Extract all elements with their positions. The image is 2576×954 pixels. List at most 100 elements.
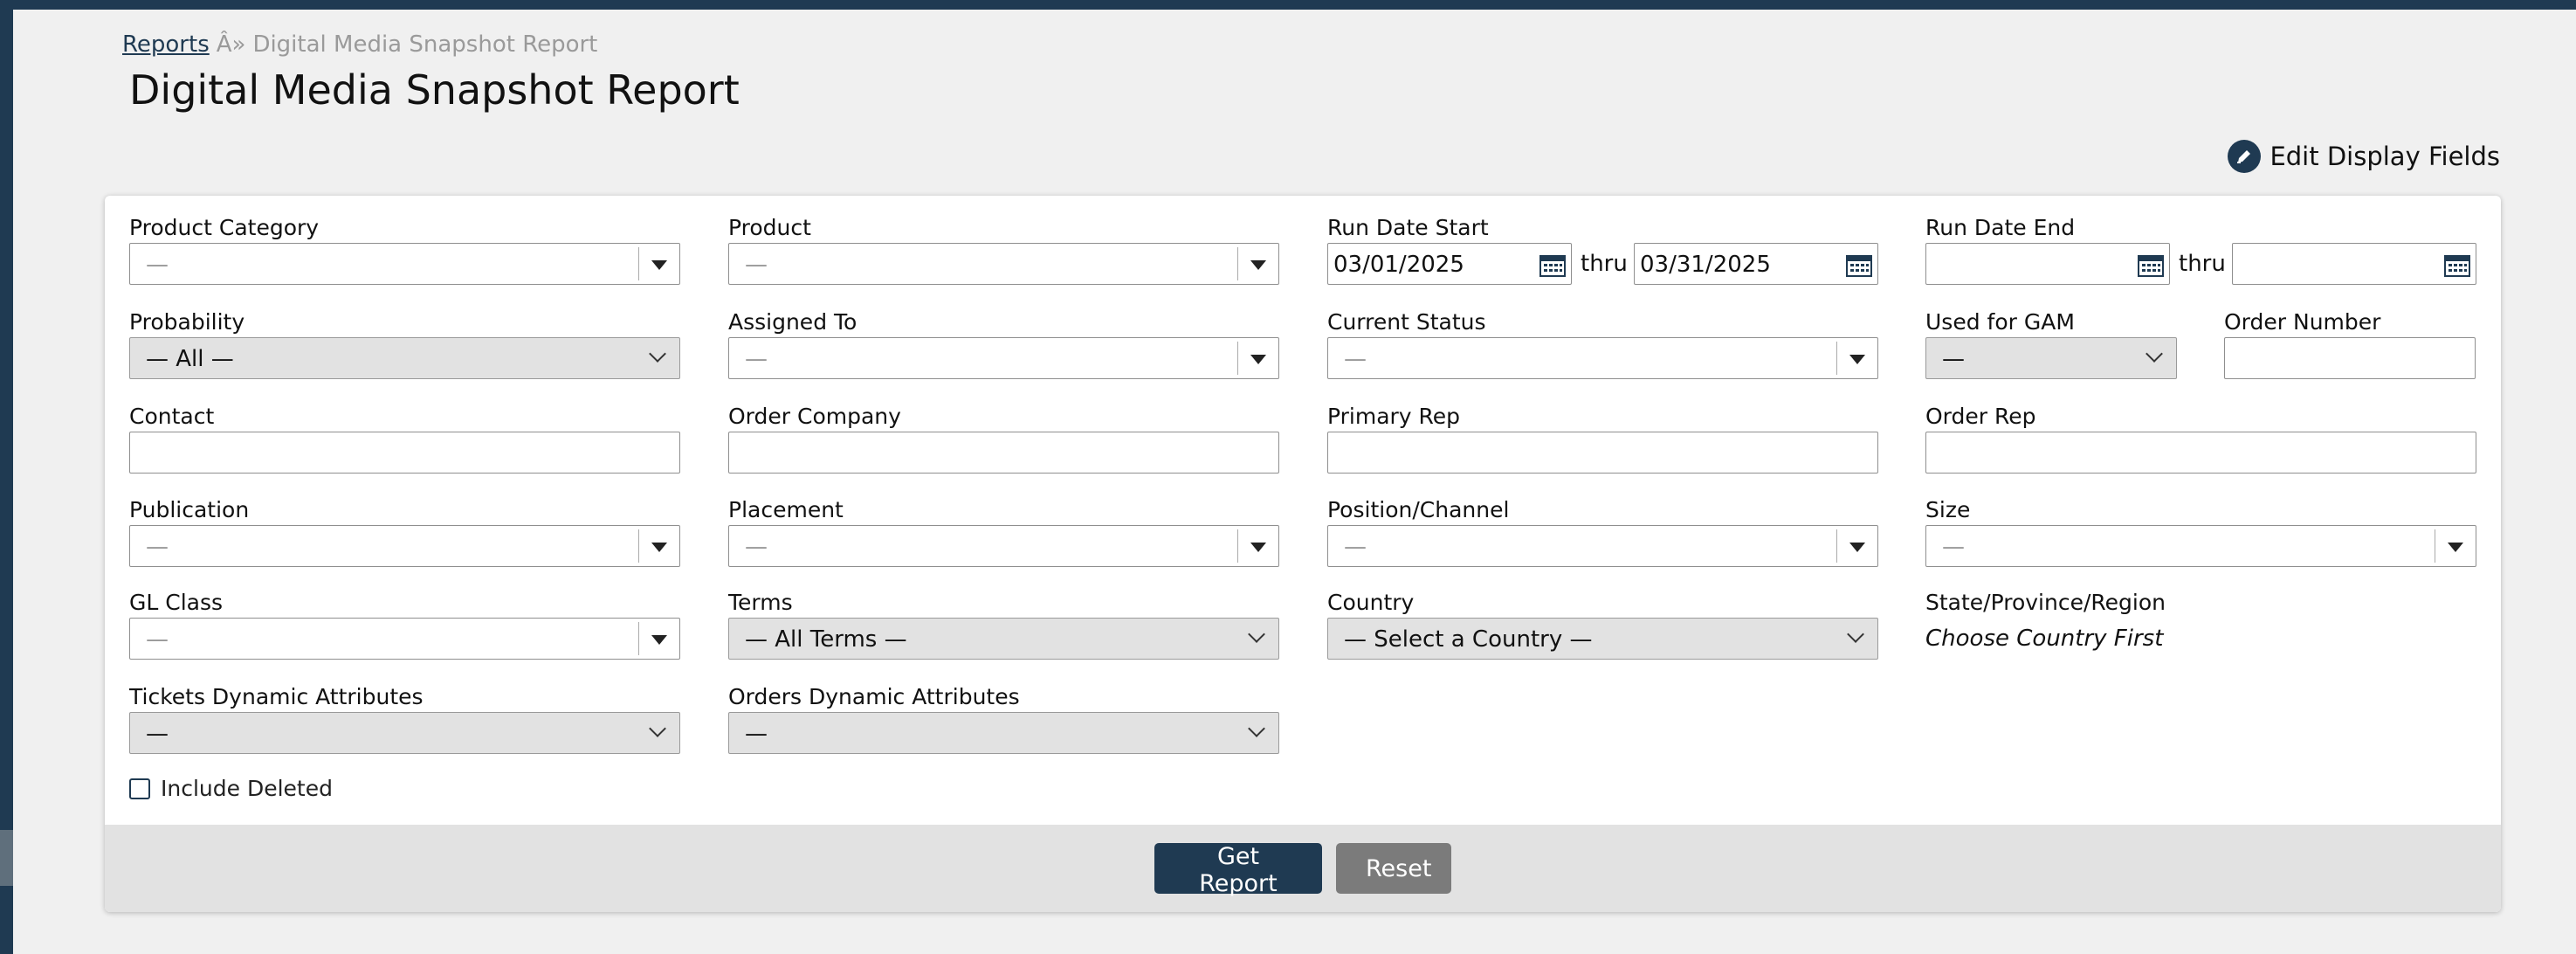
product-value: — (745, 252, 768, 278)
top-nav-bar (0, 0, 2576, 10)
state-label: State/Province/Region (1925, 590, 2166, 615)
contact-field: Contact (129, 402, 680, 474)
combo-divider (1836, 529, 1837, 563)
run-date-start-from-input[interactable]: 03/01/2025 (1327, 243, 1572, 285)
breadcrumb-current: Digital Media Snapshot Report (252, 31, 598, 58)
size-select[interactable]: — (1925, 525, 2476, 567)
publication-select[interactable]: — (129, 525, 680, 567)
country-field: Country — Select a Country — (1327, 588, 1878, 660)
position-channel-label: Position/Channel (1327, 497, 1510, 522)
primary-rep-label: Primary Rep (1327, 404, 1461, 429)
size-value: — (1942, 534, 1965, 560)
size-field: Size — (1925, 495, 2476, 567)
edit-display-fields-label: Edit Display Fields (2269, 142, 2500, 171)
page-title: Digital Media Snapshot Report (129, 66, 740, 114)
combo-divider (1836, 342, 1837, 375)
run-date-start-to-input[interactable]: 03/31/2025 (1634, 243, 1878, 285)
caret-down-icon (1250, 543, 1266, 552)
run-date-end-to-input[interactable] (2232, 243, 2476, 285)
position-channel-field: Position/Channel — (1327, 495, 1878, 567)
order-company-label: Order Company (728, 404, 901, 429)
gl-class-select[interactable]: — (129, 618, 680, 660)
form-footer: Get Report Reset (105, 825, 2501, 912)
terms-value: — All Terms — (745, 626, 907, 653)
calendar-icon[interactable] (2138, 252, 2164, 277)
primary-rep-input[interactable] (1327, 432, 1878, 474)
edit-display-fields-button[interactable]: Edit Display Fields (2228, 140, 2500, 173)
caret-down-icon (651, 260, 667, 270)
product-label: Product (728, 215, 811, 240)
order-rep-input[interactable] (1925, 432, 2476, 474)
include-deleted-checkbox[interactable]: Include Deleted (129, 776, 333, 801)
run-date-start-label: Run Date Start (1327, 215, 1489, 240)
current-status-field: Current Status — (1327, 308, 1878, 379)
state-field: State/Province/Region Choose Country Fir… (1925, 588, 2476, 660)
run-date-end-field: Run Date End thru (1925, 213, 2501, 287)
breadcrumb: Reports Â» Digital Media Snapshot Report (122, 31, 597, 58)
pencil-icon (2228, 140, 2262, 173)
current-status-select[interactable]: — (1327, 337, 1878, 379)
checkbox-box[interactable] (129, 778, 150, 799)
terms-select[interactable]: — All Terms — (728, 618, 1279, 660)
reset-button[interactable]: Reset (1336, 843, 1451, 894)
order-number-field: Order Number (2224, 308, 2476, 379)
used-for-gam-label: Used for GAM (1925, 309, 2075, 335)
run-date-end-from-input[interactable] (1925, 243, 2170, 285)
country-label: Country (1327, 590, 1415, 615)
publication-label: Publication (129, 497, 250, 522)
order-number-label: Order Number (2224, 309, 2381, 335)
order-company-input[interactable] (728, 432, 1279, 474)
position-channel-select[interactable]: — (1327, 525, 1878, 567)
run-date-start-from-value: 03/01/2025 (1333, 252, 1464, 278)
state-hint: Choose Country First (1925, 626, 2164, 652)
assigned-to-select[interactable]: — (728, 337, 1279, 379)
nav-rail-tab[interactable] (0, 830, 13, 886)
contact-input[interactable] (129, 432, 680, 474)
run-date-start-thru-label: thru (1581, 251, 1628, 277)
country-value: — Select a Country — (1344, 626, 1593, 653)
tickets-dynamic-attributes-label: Tickets Dynamic Attributes (129, 684, 424, 709)
chevron-down-icon (1847, 626, 1864, 643)
calendar-icon[interactable] (1846, 252, 1872, 277)
position-channel-value: — (1344, 534, 1367, 560)
placement-label: Placement (728, 497, 844, 522)
gl-class-label: GL Class (129, 590, 224, 615)
primary-rep-field: Primary Rep (1327, 402, 1878, 474)
placement-field: Placement — (728, 495, 1279, 567)
caret-down-icon (1849, 355, 1865, 364)
used-for-gam-value: — (1942, 346, 1965, 372)
calendar-icon[interactable] (2444, 252, 2470, 277)
tickets-dynamic-attributes-field: Tickets Dynamic Attributes — (129, 682, 680, 754)
chevron-down-icon (2146, 345, 2163, 363)
size-label: Size (1925, 497, 1971, 522)
current-status-label: Current Status (1327, 309, 1486, 335)
used-for-gam-select[interactable]: — (1925, 337, 2177, 379)
get-report-button[interactable]: Get Report (1154, 843, 1322, 897)
probability-select[interactable]: — All — (129, 337, 680, 379)
chevron-down-icon (649, 720, 666, 737)
orders-dynamic-attributes-select[interactable]: — (728, 712, 1279, 754)
run-date-start-field: Run Date Start 03/01/2025 thru 03/31/202… (1327, 213, 1904, 287)
order-number-input[interactable] (2224, 337, 2476, 379)
publication-value: — (146, 534, 169, 560)
breadcrumb-reports-link[interactable]: Reports (122, 31, 210, 58)
calendar-icon[interactable] (1539, 252, 1566, 277)
product-category-select[interactable]: — (129, 243, 680, 285)
combo-divider (1237, 529, 1238, 563)
placement-select[interactable]: — (728, 525, 1279, 567)
caret-down-icon (2448, 543, 2463, 552)
caret-down-icon (651, 635, 667, 645)
orders-dynamic-attributes-field: Orders Dynamic Attributes — (728, 682, 1279, 754)
include-deleted-label: Include Deleted (161, 776, 333, 801)
placement-value: — (745, 534, 768, 560)
gl-class-value: — (146, 626, 169, 653)
order-rep-field: Order Rep (1925, 402, 2476, 474)
combo-divider (638, 529, 639, 563)
product-select[interactable]: — (728, 243, 1279, 285)
tickets-dynamic-attributes-select[interactable]: — (129, 712, 680, 754)
left-nav-rail (0, 0, 13, 954)
country-select[interactable]: — Select a Country — (1327, 618, 1878, 660)
order-company-field: Order Company (728, 402, 1279, 474)
probability-value: — All — (146, 346, 234, 372)
order-rep-label: Order Rep (1925, 404, 2036, 429)
